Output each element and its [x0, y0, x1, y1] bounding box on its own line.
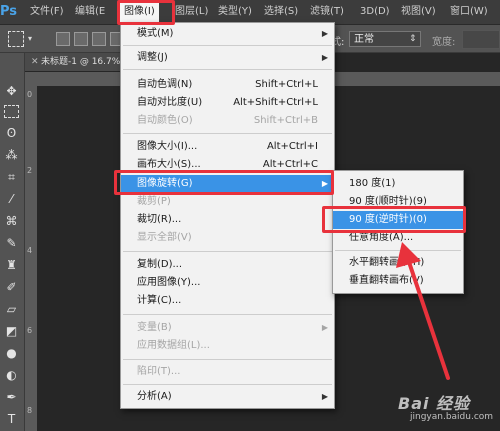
add-selection-icon[interactable] [74, 32, 88, 46]
text-tool-icon[interactable]: T [3, 411, 20, 428]
menu-edit[interactable]: 编辑(E [75, 4, 105, 20]
select-arrows-icon: ⇕ [409, 34, 417, 44]
dodge-tool-icon[interactable]: ◐ [3, 367, 20, 384]
menu-layer[interactable]: 图层(L) [175, 4, 208, 20]
menu-item-apply-image[interactable]: 应用图像(Y)... [121, 274, 334, 292]
photoshop-logo: Ps [0, 4, 18, 19]
menu-item-trim[interactable]: 裁切(R)... [121, 211, 334, 229]
menu-filter[interactable]: 滤镜(T) [310, 4, 344, 20]
menu-type[interactable]: 类型(Y) [218, 4, 252, 20]
tools-panel: ✥ ʘ ⁂ ⌗ ⁄ ⌘ ✎ ♜ ✐ ▱ ◩ ● ◐ ✒ T [0, 53, 25, 431]
annotation-box-image-rotation [114, 170, 334, 195]
close-tab-icon[interactable]: ✕ [31, 57, 39, 67]
menu-item-crop: 裁剪(P) [137, 196, 171, 207]
pen-tool-icon[interactable]: ✒ [3, 389, 20, 406]
ruler-mark: 4 [27, 246, 33, 255]
vertical-ruler: 0 2 4 6 8 [25, 86, 37, 431]
lasso-tool-icon[interactable]: ʘ [3, 125, 20, 142]
marquee-preset-icon[interactable] [8, 31, 24, 47]
move-tool-icon[interactable]: ✥ [3, 83, 20, 100]
submenu-arrow-icon: ▶ [321, 53, 328, 62]
menu-file[interactable]: 文件(F) [30, 4, 64, 20]
menu-item-auto-tone[interactable]: 自动色调(N) Shift+Ctrl+L [121, 76, 334, 94]
submenu-arrow-icon: ▶ [321, 29, 328, 38]
menu-item-auto-color: 自动颜色(O) Shift+Ctrl+B [137, 115, 318, 126]
magic-wand-icon[interactable]: ⁂ [3, 147, 20, 164]
subtract-selection-icon[interactable] [92, 32, 106, 46]
marquee-tool-icon[interactable] [4, 105, 19, 118]
brush-tool-icon[interactable]: ✎ [3, 235, 20, 252]
ruler-mark: 2 [27, 166, 33, 175]
annotation-box-rotate-ccw [322, 206, 466, 233]
menu-item-mode[interactable]: 模式(M) ▶ [121, 25, 334, 43]
eyedropper-icon[interactable]: ⁄ [3, 191, 20, 208]
image-menu-dropdown: 模式(M) ▶ 调整(J) ▶ 自动色调(N) Shift+Ctrl+L 自动对比度(… [120, 22, 335, 409]
history-brush-icon[interactable]: ✐ [3, 279, 20, 296]
preset-dropdown-icon[interactable]: ▾ [28, 34, 32, 43]
menu-item-calculations[interactable]: 计算(C)... [121, 292, 334, 310]
menu-item-image-size[interactable]: 图像大小(I)... Alt+Ctrl+I [121, 138, 334, 156]
watermark-url: jingyan.baidu.com [410, 412, 494, 422]
menu-window[interactable]: 窗口(W) [450, 4, 488, 20]
ruler-mark: 8 [27, 406, 33, 415]
paint-bucket-icon[interactable]: ◩ [3, 323, 20, 340]
menu-item-variables: 变量(B) ▶ [121, 319, 334, 337]
submenu-arrow-icon: ▶ [321, 323, 328, 332]
eraser-icon[interactable]: ▱ [3, 301, 20, 318]
menu-item-auto-contrast[interactable]: 自动对比度(U) Alt+Shift+Ctrl+L [121, 94, 334, 112]
menu-item-reveal-all: 显示全部(V) [137, 232, 192, 243]
menu-view[interactable]: 视图(V) [401, 4, 436, 20]
submenu-item-flip-horizontal[interactable]: 水平翻转画布(H) [333, 254, 463, 272]
ruler-mark: 0 [27, 90, 33, 99]
healing-brush-icon[interactable]: ⌘ [3, 213, 20, 230]
document-title: 未标题-1 @ 16.7% [41, 57, 121, 67]
ruler-mark: 6 [27, 326, 33, 335]
width-label: 宽度: [432, 37, 456, 48]
clone-stamp-icon[interactable]: ♜ [3, 257, 20, 274]
menu-item-trap: 陷印(T)... [137, 366, 181, 377]
menu-item-adjustments[interactable]: 调整(J) ▶ [121, 49, 334, 67]
width-field[interactable] [462, 30, 500, 49]
watermark-title: Bai 经验 [398, 394, 471, 413]
annotation-box-image-menu [117, 0, 175, 25]
submenu-arrow-icon: ▶ [321, 392, 328, 401]
menu-item-analysis[interactable]: 分析(A) ▶ [121, 388, 334, 406]
menu-item-apply-data-set: 应用数据组(L)... [137, 340, 210, 351]
blur-tool-icon[interactable]: ● [3, 345, 20, 362]
submenu-item-rotate-180[interactable]: 180 度(1) [333, 175, 463, 193]
new-selection-icon[interactable] [56, 32, 70, 46]
menu-select[interactable]: 选择(S) [264, 4, 298, 20]
crop-tool-icon[interactable]: ⌗ [3, 169, 20, 186]
submenu-item-flip-vertical[interactable]: 垂直翻转画布(V) [333, 272, 463, 290]
baidu-watermark: Bai 经验 jingyan.baidu.com [380, 388, 500, 430]
menu-item-duplicate[interactable]: 复制(D)... [121, 256, 334, 274]
document-tab[interactable]: 未标题-1 @ 16.7% [25, 53, 135, 71]
menu-3d[interactable]: 3D(D) [360, 4, 390, 20]
